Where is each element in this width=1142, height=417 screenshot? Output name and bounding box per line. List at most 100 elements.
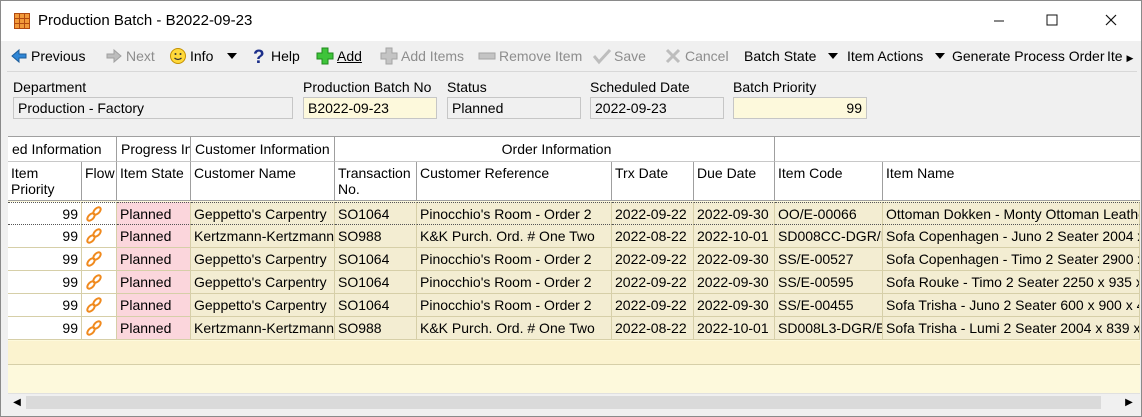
band-order-info: Order Information: [335, 137, 775, 162]
cell-due-date: 2022-09-30: [694, 294, 775, 317]
batch-priority-field[interactable]: 99: [733, 97, 867, 119]
cell-item-priority: 99: [8, 271, 82, 294]
department-field[interactable]: Production - Factory: [13, 97, 293, 119]
remove-item-label: Remove Item: [499, 48, 583, 64]
cell-due-date: 2022-09-30: [694, 248, 775, 271]
remove-item-button[interactable]: Remove Item: [478, 46, 582, 67]
save-button[interactable]: Save: [593, 46, 646, 67]
batch-state-menu[interactable]: Batch State: [744, 46, 839, 67]
next-button[interactable]: Next: [105, 46, 155, 67]
maximize-button[interactable]: [1029, 1, 1075, 41]
minus-disabled-icon: [478, 52, 496, 60]
col-item-priority[interactable]: Item Priority: [8, 162, 82, 201]
scroll-left-icon[interactable]: ◀: [8, 394, 26, 412]
cell-trx-date: 2022-09-22: [612, 202, 694, 225]
cell-trx-date: 2022-08-22: [612, 225, 694, 248]
save-label: Save: [614, 48, 646, 64]
batch-no-field[interactable]: B2022-09-23: [303, 97, 437, 119]
cell-item-state: Planned: [117, 225, 191, 248]
cell-item-code: SD008CC-DGR/E: [775, 225, 883, 248]
item-actions-caret-icon: [935, 53, 946, 59]
cancel-button[interactable]: Cancel: [664, 46, 729, 67]
batch-state-label: Batch State: [744, 48, 817, 64]
cell-flow[interactable]: [82, 248, 117, 271]
band-customer-info: Customer Information: [191, 137, 335, 162]
previous-button[interactable]: Previous: [10, 46, 85, 67]
cell-transaction-no: SO988: [335, 225, 417, 248]
cell-flow[interactable]: [82, 225, 117, 248]
help-button[interactable]: ? Help: [250, 46, 300, 67]
cell-item-code: SS/E-00595: [775, 271, 883, 294]
add-label: Add: [337, 48, 362, 64]
cell-flow[interactable]: [82, 294, 117, 317]
cell-item-state: Planned: [117, 317, 191, 340]
scheduled-date-field[interactable]: 2022-09-23: [590, 97, 724, 119]
cell-item-priority: 99: [8, 202, 82, 225]
status-field[interactable]: Planned: [447, 97, 581, 119]
next-label: Next: [126, 48, 155, 64]
smiley-info-icon: [170, 48, 186, 64]
cell-due-date: 2022-09-30: [694, 271, 775, 294]
new-item-row[interactable]: [8, 341, 1140, 365]
items-grid: ed Information Progress In Customer Info…: [8, 136, 1140, 393]
cell-flow[interactable]: [82, 271, 117, 294]
cell-customer-reference: Pinocchio's Room - Order 2: [417, 294, 612, 317]
previous-label: Previous: [31, 48, 86, 64]
scheduled-date-label: Scheduled Date: [590, 79, 690, 95]
help-label: Help: [271, 48, 300, 64]
question-mark-icon: ?: [253, 47, 265, 65]
horizontal-scrollbar[interactable]: ◀ ▶: [8, 393, 1140, 412]
col-item-state[interactable]: Item State: [117, 162, 191, 201]
minimize-button[interactable]: [976, 1, 1022, 41]
scroll-right-icon[interactable]: ▶: [1120, 394, 1138, 412]
cell-flow[interactable]: [82, 202, 117, 225]
col-transaction-no[interactable]: Transaction No.: [335, 162, 417, 201]
chain-link-icon: [86, 297, 102, 313]
col-flow[interactable]: Flow: [82, 162, 117, 201]
cell-customer-reference: K&K Purch. Ord. # One Two: [417, 317, 612, 340]
add-button[interactable]: Add: [316, 46, 362, 67]
cell-item-name: Sofa Copenhagen - Juno 2 Seater 2004 x 1: [883, 225, 1140, 248]
close-icon: [1105, 14, 1117, 26]
checkmark-disabled-icon: [593, 48, 611, 65]
item-actions-label: Item Actions: [847, 48, 924, 64]
cell-item-priority: 99: [8, 294, 82, 317]
cell-customer-reference: K&K Purch. Ord. # One Two: [417, 225, 612, 248]
info-button[interactable]: Info: [169, 46, 238, 67]
col-item-name[interactable]: Item Name: [883, 162, 1140, 201]
cell-customer-reference: Pinocchio's Room - Order 2: [417, 202, 612, 225]
item-actions-menu[interactable]: Item Actions: [847, 46, 946, 67]
cell-flow[interactable]: [82, 317, 117, 340]
cell-customer-reference: Pinocchio's Room - Order 2: [417, 271, 612, 294]
chain-link-icon: [86, 274, 102, 290]
chain-link-icon: [86, 206, 102, 222]
col-trx-date[interactable]: Trx Date: [612, 162, 694, 201]
cell-trx-date: 2022-09-22: [612, 248, 694, 271]
info-dropdown-caret-icon[interactable]: [227, 53, 238, 59]
cell-transaction-no: SO1064: [335, 271, 417, 294]
generate-process-order-button[interactable]: Generate Process Order: [952, 46, 1105, 67]
col-customer-name[interactable]: Customer Name: [191, 162, 335, 201]
col-due-date[interactable]: Due Date: [694, 162, 775, 201]
cell-customer-name: Geppetto's Carpentry: [191, 248, 335, 271]
app-grid-icon: [14, 13, 30, 29]
cell-due-date: 2022-10-01: [694, 225, 775, 248]
plus-icon: [316, 47, 334, 65]
col-customer-reference[interactable]: Customer Reference: [417, 162, 612, 201]
toolbar-overflow-menu[interactable]: Ite ▶: [1107, 46, 1133, 67]
cell-item-name: Sofa Copenhagen - Timo 2 Seater 2900 x 2: [883, 248, 1140, 271]
col-item-code[interactable]: Item Code: [775, 162, 883, 201]
status-label: Status: [447, 79, 487, 95]
cell-trx-date: 2022-09-22: [612, 271, 694, 294]
arrow-left-icon: [11, 48, 27, 64]
add-items-label: Add Items: [401, 48, 465, 64]
production-batch-window: Production Batch - B2022-09-23 Previous …: [0, 0, 1142, 417]
scroll-thumb[interactable]: [26, 396, 1101, 409]
add-items-button[interactable]: Add Items: [380, 46, 464, 67]
batch-state-caret-icon: [828, 53, 839, 59]
svg-text:?: ?: [253, 47, 265, 65]
cell-customer-name: Geppetto's Carpentry: [191, 202, 335, 225]
toolbar: Previous Next Info ? Help Add Add Items R…: [7, 42, 1137, 72]
close-button[interactable]: [1088, 1, 1134, 41]
title-bar[interactable]: Production Batch - B2022-09-23: [1, 1, 1141, 41]
